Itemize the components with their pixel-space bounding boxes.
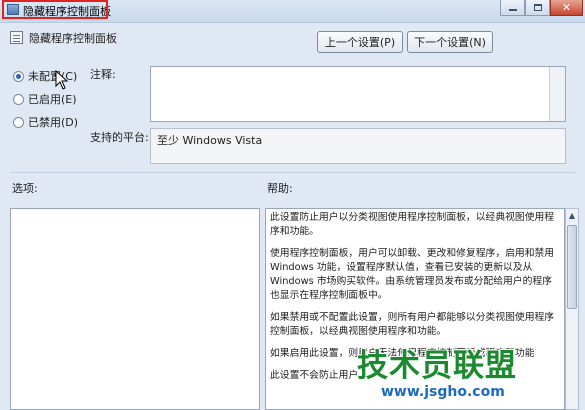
- setting-icon: [10, 31, 23, 44]
- comment-label: 注释:: [90, 68, 116, 81]
- next-setting-button[interactable]: 下一个设置(N): [407, 31, 493, 53]
- watermark-url: www.jsgho.com: [381, 384, 505, 400]
- comment-textarea[interactable]: [150, 66, 566, 122]
- radio-disabled[interactable]: 已禁用(D): [13, 114, 78, 130]
- previous-setting-button[interactable]: 上一个设置(P): [317, 31, 403, 53]
- help-label: 帮助:: [267, 182, 293, 195]
- platform-label: 支持的平台:: [90, 131, 149, 144]
- section-divider: [10, 172, 575, 173]
- watermark-logo: 技术员联盟: [357, 348, 517, 384]
- radio-label: 已启用(E): [28, 93, 77, 106]
- close-button[interactable]: ✕: [550, 0, 583, 16]
- radio-button[interactable]: [13, 116, 24, 128]
- help-paragraph: 如果禁用或不配置此设置，则所有用户都能够以分类视图使用程序控制面板，以经典视图使…: [270, 312, 555, 337]
- platform-value: 至少 Windows Vista: [150, 128, 566, 164]
- mouse-cursor-icon: [55, 70, 69, 90]
- options-label: 选项:: [12, 182, 38, 195]
- minimize-icon: [508, 9, 517, 11]
- scroll-thumb[interactable]: [567, 225, 577, 309]
- scroll-up-icon[interactable]: ▲: [566, 209, 578, 223]
- radio-enabled[interactable]: 已启用(E): [13, 91, 77, 107]
- setting-name: 隐藏程序控制面板: [29, 32, 117, 45]
- radio-label: 已禁用(D): [28, 116, 79, 129]
- close-icon: ✕: [561, 1, 572, 14]
- help-scrollbar[interactable]: ▲: [565, 208, 579, 410]
- maximize-button[interactable]: [525, 0, 550, 16]
- radio-button[interactable]: [13, 93, 24, 105]
- help-paragraph: 使用程序控制面板，用户可以卸载、更改和修复程序，启用和禁用 Windows 功能…: [270, 248, 555, 301]
- maximize-icon: [533, 4, 542, 11]
- comment-scrollbar[interactable]: [549, 67, 565, 121]
- title-highlight-box: [2, 0, 108, 19]
- help-paragraph: 此设置防止用户以分类视图使用程序控制面板，以经典视图使用程序和功能。: [270, 212, 555, 237]
- options-pane: [10, 208, 260, 410]
- radio-button[interactable]: [13, 70, 24, 82]
- minimize-button[interactable]: [500, 0, 525, 16]
- radio-label: 未配置(C): [28, 70, 78, 83]
